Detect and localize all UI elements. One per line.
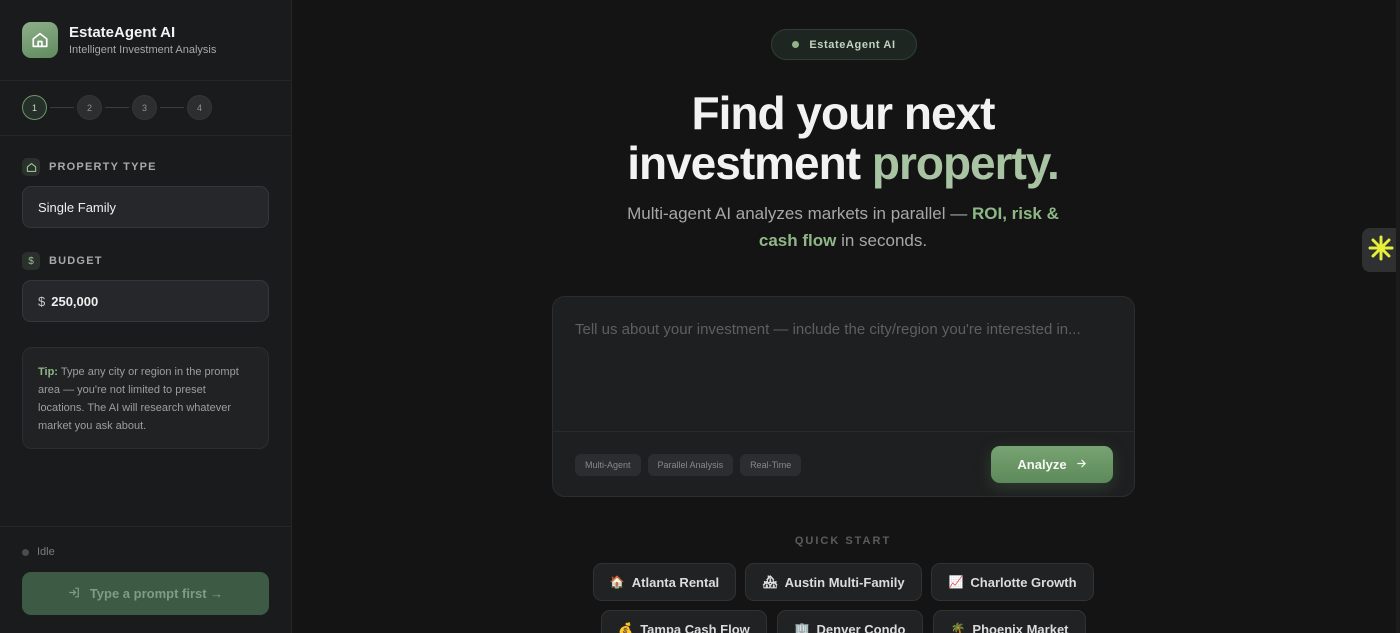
subtitle-part-2: in seconds. (836, 231, 928, 250)
brand-subtitle: Intelligent Investment Analysis (69, 44, 217, 56)
step-1[interactable]: 1 (22, 95, 47, 120)
arrow-right-icon (1076, 458, 1087, 472)
status-text: Idle (37, 546, 55, 558)
assistant-widget[interactable] (1362, 228, 1400, 272)
quick-start-atlanta-rental[interactable]: 🏠 Atlanta Rental (593, 563, 736, 601)
sparkle-icon (1368, 235, 1394, 266)
hero-line-2-plain: investment (627, 137, 861, 189)
subtitle-highlight-1: ROI, risk & (971, 204, 1059, 223)
property-type-select[interactable]: Single Family (22, 186, 269, 228)
product-badge: EstateAgent AI (771, 29, 917, 60)
quick-start-label: Atlanta Rental (631, 574, 720, 590)
status-indicator: Idle (22, 546, 55, 558)
badge-text: EstateAgent AI (809, 38, 896, 51)
chip-parallel-analysis: Parallel Analysis (647, 454, 734, 476)
property-type-label-text: PROPERTY TYPE (49, 161, 157, 173)
brand: EstateAgent AI Intelligent Investment An… (22, 22, 216, 58)
brand-title: EstateAgent AI (69, 24, 176, 41)
tip-key: Tip: (38, 366, 58, 378)
quick-start-charlotte-growth[interactable]: 📈 Charlotte Growth (931, 563, 1094, 601)
quick-start-label: Denver Condo (816, 621, 906, 633)
houses-icon: 🏘 (762, 575, 778, 589)
quick-start-label: Austin Multi-Family (784, 574, 905, 590)
status-dot (22, 548, 29, 556)
chip-multi-agent: Multi-Agent (575, 454, 641, 476)
subtitle-highlight-2: cash flow (758, 231, 837, 250)
hero-heading: Find your next investment property. (560, 88, 1126, 188)
quick-start-label: Charlotte Growth (970, 574, 1077, 590)
tip-text: Type any city or region in the prompt ar… (38, 366, 239, 432)
quick-start-title: QUICK START (794, 535, 892, 547)
property-type-value: Single Family (38, 199, 117, 215)
step-4[interactable]: 4 (187, 95, 212, 120)
chart-up-icon: 📈 (948, 575, 964, 589)
dollar-icon: $ (22, 252, 40, 270)
quick-start-denver-condo[interactable]: 🏢 Denver Condo (777, 610, 923, 633)
palm-tree-icon: 🌴 (950, 622, 966, 633)
budget-input[interactable]: $ 250,000 (22, 280, 269, 322)
divider (0, 80, 291, 81)
step-3[interactable]: 3 (132, 95, 157, 120)
house-icon (22, 22, 58, 58)
tip-box: Tip: Type any city or region in the prom… (22, 347, 269, 449)
quick-start-tampa-cash-flow[interactable]: 💰 Tampa Cash Flow (601, 610, 767, 633)
hero-line-1: Find your next (691, 87, 996, 139)
budget-value: 250,000 (51, 293, 99, 309)
step-connector (50, 107, 74, 108)
quick-start-label: Tampa Cash Flow (640, 621, 750, 633)
feature-chips: Multi-Agent Parallel Analysis Real-Time (575, 454, 808, 476)
currency-symbol: $ (38, 293, 46, 309)
divider (0, 135, 291, 136)
building-icon: 🏢 (794, 622, 810, 633)
hero-line-2-accent: property. (871, 137, 1060, 189)
budget-label-text: BUDGET (49, 255, 103, 267)
sidebar: EstateAgent AI Intelligent Investment An… (0, 0, 292, 633)
badge-dot (792, 41, 800, 48)
card-divider (553, 431, 1134, 432)
hero-line-2: investment property. (560, 138, 1126, 188)
submit-label: Type a prompt first → (89, 586, 224, 601)
house-icon: 🏠 (609, 575, 625, 589)
analyze-label: Analyze (1017, 457, 1067, 472)
chip-real-time: Real-Time (740, 454, 802, 476)
divider (0, 526, 291, 527)
submit-button[interactable]: Type a prompt first → (22, 572, 269, 615)
hero-subtitle: Multi-agent AI analyzes markets in paral… (600, 200, 1086, 254)
enter-icon (68, 586, 81, 602)
money-bag-icon: 💰 (618, 622, 634, 633)
house-icon (22, 158, 40, 176)
prompt-card: Multi-Agent Parallel Analysis Real-Time … (552, 296, 1135, 497)
step-2[interactable]: 2 (77, 95, 102, 120)
step-connector (105, 107, 129, 108)
quick-start-phoenix-market[interactable]: 🌴 Phoenix Market (933, 610, 1086, 633)
scrollbar[interactable] (1396, 0, 1400, 633)
subtitle-part-1: Multi-agent AI analyzes markets in paral… (627, 204, 972, 223)
quick-start-label: Phoenix Market (972, 621, 1069, 633)
analyze-button[interactable]: Analyze (991, 446, 1113, 483)
step-indicator: 1 2 3 4 (22, 95, 212, 120)
property-type-label: PROPERTY TYPE (22, 158, 157, 176)
quick-start-austin-multi-family[interactable]: 🏘 Austin Multi-Family (745, 563, 922, 601)
step-connector (160, 107, 184, 108)
budget-label: $ BUDGET (22, 252, 103, 270)
prompt-input[interactable] (553, 297, 1134, 427)
